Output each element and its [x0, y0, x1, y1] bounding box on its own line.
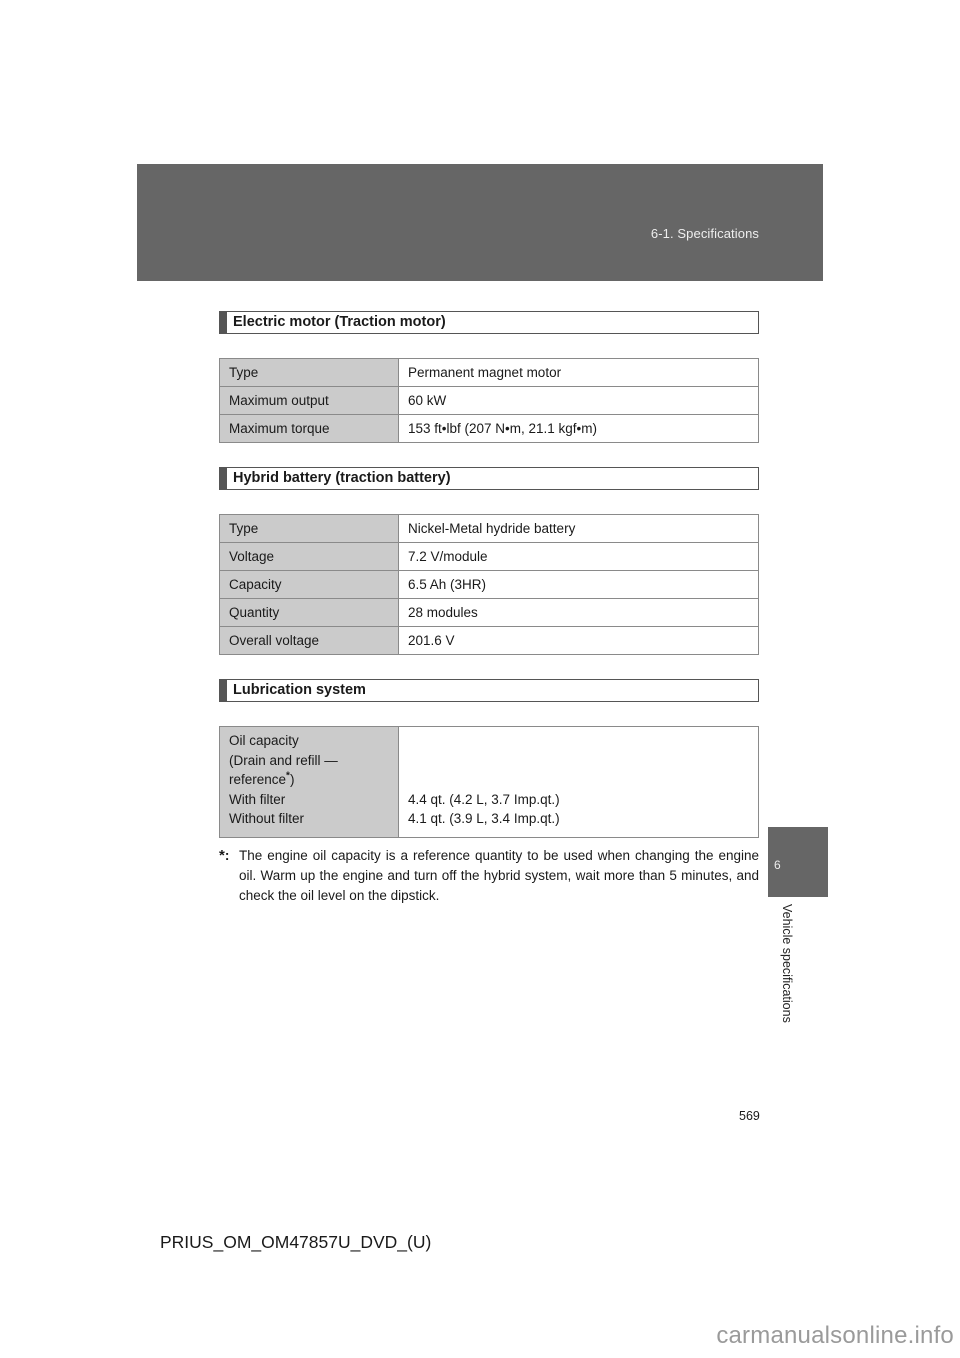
row-label: Capacity [219, 570, 399, 599]
row-value: Nickel-Metal hydride battery [398, 514, 759, 543]
reference-close: ) [289, 772, 295, 787]
table-row: Voltage 7.2 V/module [219, 542, 759, 571]
with-filter-value: 4.4 qt. (4.2 L, 3.7 Imp.qt.) [408, 791, 560, 807]
row-value: 60 kW [398, 386, 759, 415]
row-label: Type [219, 358, 399, 387]
row-label: Maximum output [219, 386, 399, 415]
oil-capacity-values: 4.4 qt. (4.2 L, 3.7 Imp.qt.) 4.1 qt. (3.… [398, 726, 759, 838]
row-label: Maximum torque [219, 414, 399, 443]
table-row: Overall voltage 201.6 V [219, 626, 759, 655]
table-row: Oil capacity (Drain and refill — referen… [219, 726, 759, 838]
without-filter-label: Without filter [229, 811, 305, 826]
footnote-marker: *: [219, 846, 229, 866]
hybrid-battery-table: Type Nickel-Metal hydride battery Voltag… [219, 514, 759, 655]
row-value: 6.5 Ah (3HR) [398, 570, 759, 599]
row-label: Quantity [219, 598, 399, 627]
row-value: 201.6 V [398, 626, 759, 655]
oil-capacity-sublabel: (Drain and refill — [229, 752, 338, 768]
table-row: Capacity 6.5 Ah (3HR) [219, 570, 759, 599]
with-filter-label: With filter [229, 791, 286, 807]
row-value: Permanent magnet motor [398, 358, 759, 387]
oil-capacity-reference: reference*) [229, 770, 389, 790]
electric-motor-table: Type Permanent magnet motor Maximum outp… [219, 358, 759, 443]
row-value: 28 modules [398, 598, 759, 627]
table-row: Maximum torque 153 ft•lbf (207 N•m, 21.1… [219, 414, 759, 443]
table-row: Type Nickel-Metal hydride battery [219, 514, 759, 543]
page-number: 569 [739, 1109, 760, 1123]
table-row: Quantity 28 modules [219, 598, 759, 627]
row-value: 7.2 V/module [398, 542, 759, 571]
row-label: Type [219, 514, 399, 543]
oil-capacity-labels: Oil capacity (Drain and refill — referen… [219, 726, 399, 838]
table-row: Maximum output 60 kW [219, 386, 759, 415]
table-row: Type Permanent magnet motor [219, 358, 759, 387]
chapter-tab-number: 6 [774, 858, 781, 872]
section-title-electric-motor: Electric motor (Traction motor) [219, 311, 759, 334]
row-value: 153 ft•lbf (207 N•m, 21.1 kgf•m) [398, 414, 759, 443]
footnote: *: The engine oil capacity is a referenc… [219, 846, 759, 906]
section-title-lubrication: Lubrication system [219, 679, 759, 702]
section-title-hybrid-battery: Hybrid battery (traction battery) [219, 467, 759, 490]
row-label: Overall voltage [219, 626, 399, 655]
document-id: PRIUS_OM_OM47857U_DVD_(U) [160, 1232, 432, 1252]
footnote-text: The engine oil capacity is a reference q… [239, 848, 759, 903]
reference-text: reference [229, 772, 287, 787]
chapter-tab[interactable]: 6 [768, 827, 828, 897]
watermark: carmanualsonline.info [716, 1322, 954, 1349]
oil-capacity-label: Oil capacity [229, 733, 299, 748]
lubrication-table: Oil capacity (Drain and refill — referen… [219, 726, 759, 838]
chapter-tab-label: Vehicle specifications [780, 904, 794, 1023]
chapter-header-band: 6-1. Specifications [137, 164, 823, 281]
footnote-separator: : [224, 848, 230, 863]
without-filter-value: 4.1 qt. (3.9 L, 3.4 Imp.qt.) [408, 811, 560, 826]
section-breadcrumb: 6-1. Specifications [650, 226, 759, 241]
row-label: Voltage [219, 542, 399, 571]
